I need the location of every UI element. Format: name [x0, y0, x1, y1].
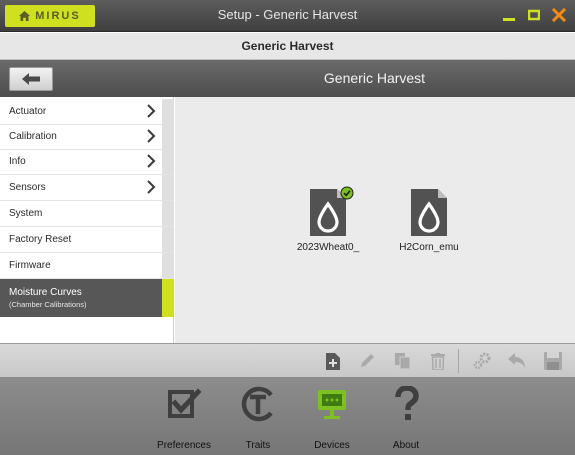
- maximize-button[interactable]: [526, 4, 542, 26]
- delete-icon: [431, 352, 445, 370]
- dock-devices[interactable]: Devices: [300, 386, 364, 452]
- sidebar-item-calibration[interactable]: Calibration: [0, 124, 174, 150]
- add-file-icon: [326, 352, 340, 370]
- chevron-right-icon: [147, 129, 156, 143]
- file-item[interactable]: H2Corn_emu: [384, 186, 474, 256]
- delete-button[interactable]: [428, 351, 448, 371]
- window-titlebar: MIRUS Setup - Generic Harvest: [0, 0, 575, 32]
- chevron-right-icon: [147, 180, 156, 194]
- save-icon: [544, 352, 562, 370]
- file-name: 2023Wheat0_: [296, 242, 360, 253]
- dock-label: Preferences: [157, 440, 211, 451]
- copy-icon: [395, 353, 411, 369]
- sidebar-scroll-track: [162, 253, 174, 278]
- window-title: Setup - Generic Harvest: [217, 7, 358, 22]
- dock-traits[interactable]: Traits: [226, 386, 290, 452]
- moisture-curve-file-icon: [411, 189, 447, 236]
- toolbar-divider: [458, 349, 459, 373]
- sidebar-item-actuator[interactable]: Actuator: [0, 99, 174, 125]
- sidebar-item-moisture-curves[interactable]: Moisture Curves (Chamber Calibrations): [0, 279, 174, 317]
- moisture-curve-file-icon: [310, 189, 346, 236]
- sidebar-item-label: System: [9, 208, 43, 219]
- back-button[interactable]: [9, 67, 53, 91]
- sidebar-item-sublabel: (Chamber Calibrations): [9, 300, 87, 309]
- action-toolbar: [0, 343, 575, 378]
- chevron-right-icon: [147, 104, 156, 118]
- sidebar-item-label: Factory Reset: [9, 234, 72, 245]
- sidebar-scroll-track: [162, 149, 174, 174]
- arrow-left-icon: [22, 73, 40, 85]
- bottom-dock: Preferences Traits Devices About: [0, 378, 575, 455]
- question-mark-icon: [395, 386, 419, 420]
- navigation-bar: Generic Harvest: [0, 60, 575, 97]
- file-browser: 2023Wheat0_ H2Corn_emu: [175, 97, 575, 343]
- sidebar-item-label: Sensors: [9, 182, 46, 193]
- save-button[interactable]: [543, 351, 563, 371]
- file-name: H2Corn_emu: [399, 242, 459, 253]
- checklist-icon: [168, 388, 202, 418]
- sidebar-scroll-track: [162, 124, 174, 149]
- maximize-icon: [528, 9, 540, 21]
- dock-about[interactable]: About: [374, 386, 438, 452]
- sidebar-item-label: Calibration: [9, 131, 57, 142]
- dock-label: Devices: [314, 440, 350, 451]
- sidebar-item-info[interactable]: Info: [0, 149, 174, 175]
- traits-icon: [241, 386, 273, 422]
- minimize-button[interactable]: [501, 4, 517, 26]
- settings-icon: [473, 352, 491, 370]
- sidebar-item-label: Actuator: [9, 106, 47, 117]
- sidebar-scroll-track: [162, 99, 174, 124]
- sidebar-item-system[interactable]: System: [0, 201, 174, 227]
- chevron-right-icon: [147, 154, 156, 168]
- checkmark-badge-icon: [340, 186, 354, 200]
- sidebar-item-factory-reset[interactable]: Factory Reset: [0, 227, 174, 253]
- settings-button[interactable]: [472, 351, 492, 371]
- dock-preferences[interactable]: Preferences: [152, 386, 216, 452]
- undo-button[interactable]: [507, 351, 527, 371]
- sidebar-scroll-track: [162, 175, 174, 200]
- edit-button[interactable]: [357, 351, 377, 371]
- selection-indicator: [162, 279, 174, 317]
- sidebar-item-label: Moisture Curves: [9, 287, 82, 298]
- edit-icon: [361, 354, 374, 367]
- sidebar-scroll-track: [162, 201, 174, 226]
- dock-label: Traits: [245, 440, 271, 451]
- close-icon: [552, 8, 566, 22]
- sidebar: Actuator Calibration Info Sensors System…: [0, 97, 174, 343]
- sidebar-item-label: Info: [9, 156, 26, 167]
- device-icon: [318, 390, 346, 419]
- add-file-button[interactable]: [323, 351, 343, 371]
- sidebar-scroll-track: [162, 227, 174, 252]
- file-item[interactable]: 2023Wheat0_: [283, 186, 373, 256]
- minimize-icon: [503, 18, 515, 21]
- undo-icon: [508, 353, 525, 368]
- sidebar-item-sensors[interactable]: Sensors: [0, 175, 174, 201]
- sidebar-item-label: Firmware: [9, 260, 51, 271]
- dock-label: About: [392, 440, 420, 451]
- nav-title: Generic Harvest: [323, 70, 426, 86]
- page-header: Generic Harvest: [0, 33, 575, 60]
- sidebar-item-firmware[interactable]: Firmware: [0, 253, 174, 279]
- copy-button[interactable]: [393, 351, 413, 371]
- close-button[interactable]: [551, 4, 567, 26]
